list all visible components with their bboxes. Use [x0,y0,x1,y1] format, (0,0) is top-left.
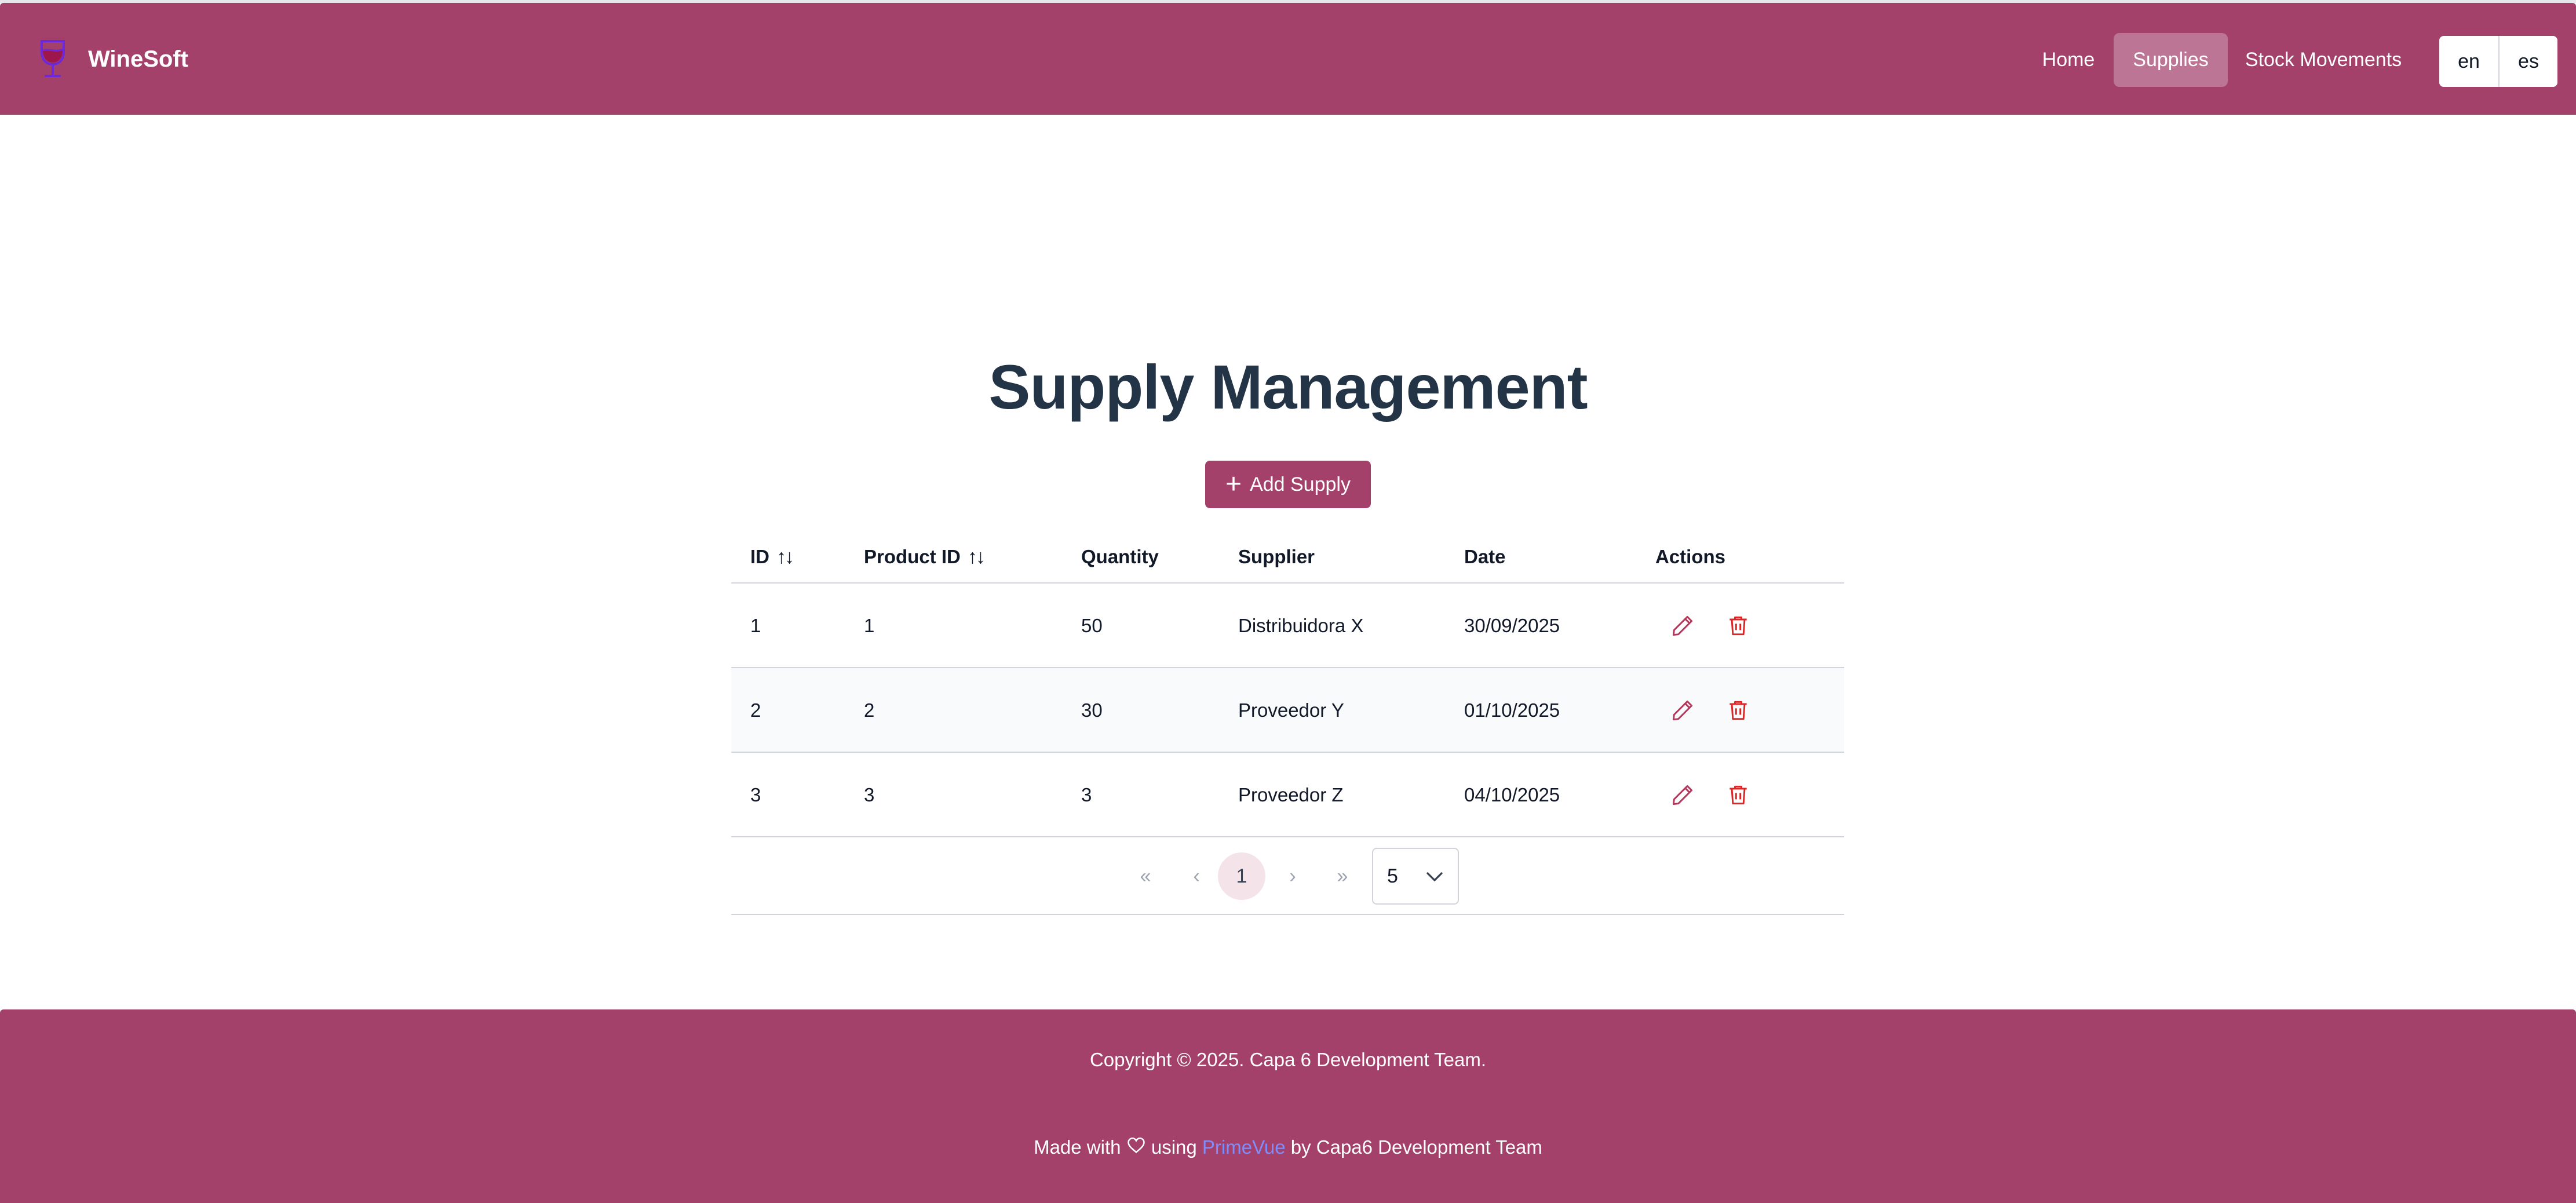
made-suffix: by Capa6 Development Team [1290,1136,1542,1158]
top-navbar: WineSoft Home Supplies Stock Movements e… [0,3,2576,115]
column-header-quantity: Quantity [1081,546,1159,567]
table-row: 3 3 3 Proveedor Z 04/10/2025 [731,753,1844,837]
brand[interactable]: WineSoft [36,39,188,79]
cell-supplier: Proveedor Z [1238,784,1344,805]
primevue-link[interactable]: PrimeVue [1202,1136,1286,1158]
paginator: « ‹ 1 › » 5 [731,837,1844,915]
cell-product-id: 1 [864,615,875,636]
column-header-date: Date [1464,546,1506,567]
cell-supplier: Distribuidora X [1238,615,1364,636]
cell-product-id: 3 [864,784,875,805]
app-name: WineSoft [88,46,188,72]
table-row: 1 1 50 Distribuidora X 30/09/2025 [731,584,1844,668]
cell-supplier: Proveedor Y [1238,699,1344,721]
cell-date: 04/10/2025 [1464,784,1560,805]
made-using: using [1151,1136,1197,1158]
nav-home-link[interactable]: Home [2028,33,2109,87]
chevron-down-icon [1426,872,1443,881]
made-with-text: Made with using PrimeVue by Capa6 Develo… [0,1136,2576,1158]
wine-glass-logo-icon [41,40,65,77]
add-supply-label: Add Supply [1250,473,1351,495]
edit-pencil-icon[interactable] [1670,782,1695,808]
cell-quantity: 30 [1081,699,1103,721]
delete-trash-icon[interactable] [1725,698,1751,723]
plus-icon: + [1225,469,1242,500]
delete-trash-icon[interactable] [1725,613,1751,639]
cell-id: 3 [750,784,761,805]
heart-icon [1127,1137,1145,1153]
edit-pencil-icon[interactable] [1670,698,1695,723]
next-page-button[interactable]: › [1269,852,1316,900]
page-title: Supply Management [988,352,1588,422]
add-supply-button[interactable]: + Add Supply [1205,461,1371,508]
sort-icon: ↑↓ [967,546,986,568]
column-header-product-id[interactable]: Product ID ↑↓ [864,530,986,584]
language-es-button[interactable]: es [2498,36,2557,87]
table-row: 2 2 30 Proveedor Y 01/10/2025 [731,668,1844,753]
cell-quantity: 50 [1081,615,1103,636]
column-id-label: ID [750,546,769,567]
language-switcher: en es [2439,36,2557,87]
cell-id: 2 [750,699,761,721]
cell-date: 30/09/2025 [1464,615,1560,636]
rows-per-page-dropdown[interactable]: 5 [1372,848,1459,905]
cell-product-id: 2 [864,699,875,721]
edit-pencil-icon[interactable] [1670,613,1695,639]
table-header: ID ↑↓ Product ID ↑↓ Quantity Supplier Date… [731,530,1844,584]
column-header-id[interactable]: ID ↑↓ [750,530,794,584]
cell-id: 1 [750,615,761,636]
last-page-button[interactable]: » [1319,852,1366,900]
cell-quantity: 3 [1081,784,1092,805]
column-header-actions: Actions [1655,546,1726,567]
nav-stock-movements-link[interactable]: Stock Movements [2234,33,2413,87]
cell-date: 01/10/2025 [1464,699,1560,721]
made-prefix: Made with [1034,1136,1121,1158]
column-product-id-label: Product ID [864,546,961,567]
delete-trash-icon[interactable] [1725,782,1751,808]
language-en-button[interactable]: en [2439,36,2498,87]
rows-per-page-value: 5 [1387,865,1398,887]
page-footer: Copyright © 2025. Capa 6 Development Tea… [0,1009,2576,1203]
nav-supplies-link[interactable]: Supplies [2114,33,2228,87]
copyright-text: Copyright © 2025. Capa 6 Development Tea… [1089,1049,1487,1070]
sort-icon: ↑↓ [776,546,794,568]
first-page-button[interactable]: « [1122,852,1169,900]
supplies-table: ID ↑↓ Product ID ↑↓ Quantity Supplier Date… [731,530,1844,915]
page-1-button[interactable]: 1 [1218,852,1265,900]
previous-page-button[interactable]: ‹ [1173,852,1220,900]
column-header-supplier: Supplier [1238,546,1315,567]
